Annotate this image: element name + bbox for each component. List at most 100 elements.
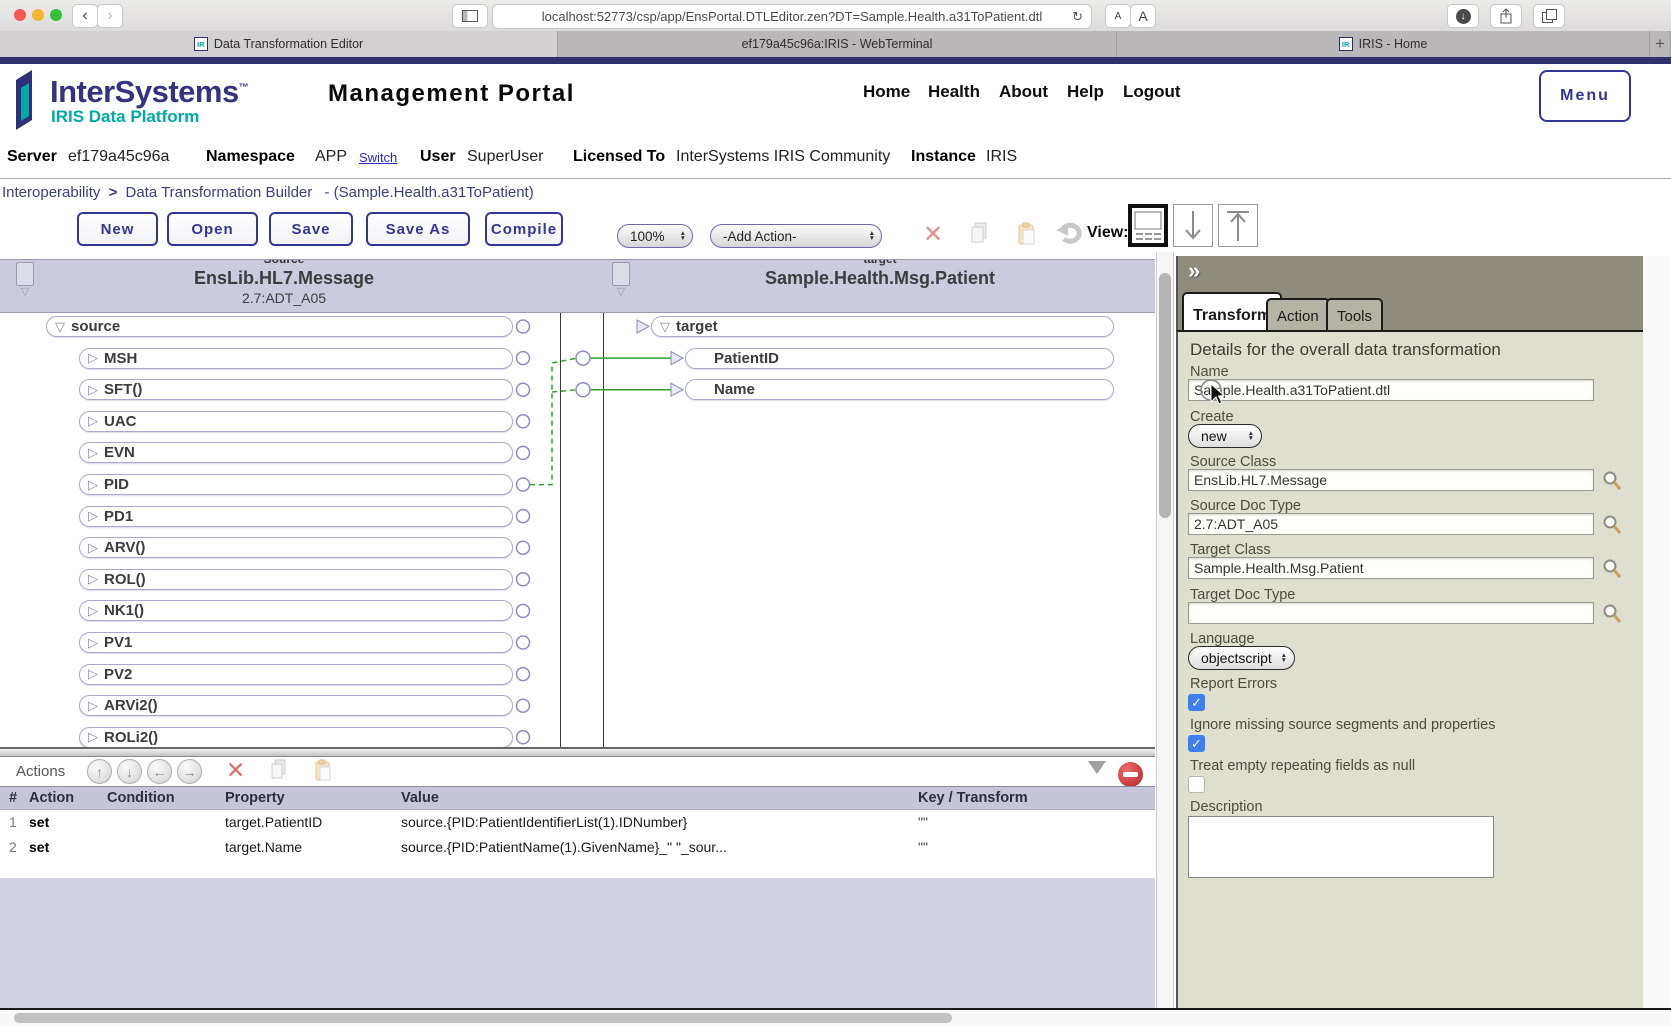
expand-triangle-icon[interactable]: ▷ bbox=[88, 382, 98, 398]
ignore-missing-checkbox[interactable]: ✓ bbox=[1188, 735, 1205, 752]
tab-overview-button[interactable] bbox=[1533, 4, 1565, 28]
source-port-circle[interactable] bbox=[515, 508, 531, 524]
source-port-circle[interactable] bbox=[515, 540, 531, 555]
nav-about[interactable]: About bbox=[999, 82, 1048, 102]
browser-forward-button[interactable]: › bbox=[97, 4, 123, 28]
breadcrumb-root[interactable]: Interoperability bbox=[2, 184, 100, 201]
target-class-field[interactable] bbox=[1188, 557, 1594, 579]
col-key-transform[interactable]: Key / Transform bbox=[918, 790, 1028, 806]
move-right-button[interactable]: → bbox=[177, 759, 202, 784]
report-errors-checkbox[interactable]: ✓ bbox=[1188, 694, 1205, 711]
paste-row-button[interactable] bbox=[314, 759, 333, 787]
source-class-search-icon[interactable] bbox=[1602, 470, 1622, 492]
reload-icon[interactable]: ↻ bbox=[1072, 9, 1083, 25]
tab-action[interactable]: Action bbox=[1266, 298, 1330, 330]
col-action[interactable]: Action bbox=[29, 790, 74, 806]
close-window-button[interactable] bbox=[14, 9, 26, 21]
nav-logout[interactable]: Logout bbox=[1123, 82, 1181, 102]
junction-circle[interactable] bbox=[575, 381, 591, 398]
expand-triangle-icon[interactable]: ▷ bbox=[88, 477, 98, 493]
tree-node-pv1[interactable]: ▷ PV1 bbox=[79, 632, 513, 653]
source-port-circle[interactable] bbox=[515, 635, 531, 650]
source-port-circle[interactable] bbox=[515, 666, 531, 682]
copy-row-button[interactable] bbox=[270, 759, 289, 787]
view-split-button[interactable] bbox=[1128, 204, 1168, 247]
target-class-search-icon[interactable] bbox=[1602, 558, 1622, 580]
source-port-circle[interactable] bbox=[515, 477, 531, 492]
expand-triangle-icon[interactable]: ▷ bbox=[88, 571, 98, 587]
source-port-circle[interactable] bbox=[515, 414, 531, 429]
nav-home[interactable]: Home bbox=[863, 82, 910, 102]
source-port-circle[interactable] bbox=[515, 319, 531, 334]
tree-node-name[interactable]: Name bbox=[685, 379, 1114, 401]
source-class-field[interactable] bbox=[1188, 469, 1594, 491]
source-port-circle[interactable] bbox=[515, 350, 531, 366]
source-port-circle[interactable] bbox=[515, 445, 531, 461]
minimize-window-button[interactable] bbox=[32, 9, 44, 21]
source-port-circle[interactable] bbox=[515, 698, 531, 713]
nav-health[interactable]: Health bbox=[928, 82, 980, 102]
target-doc-field[interactable] bbox=[1188, 602, 1594, 624]
decrease-font-button[interactable]: A bbox=[1105, 4, 1131, 28]
compile-button[interactable]: Compile bbox=[485, 212, 563, 246]
tree-node-sft[interactable]: ▷ SFT() bbox=[79, 379, 513, 401]
expand-triangle-icon[interactable]: ▷ bbox=[88, 508, 98, 524]
tree-node-evn[interactable]: ▷ EVN bbox=[79, 442, 513, 464]
language-select[interactable]: objectscript ▲ ▼ bbox=[1188, 646, 1295, 670]
expand-triangle-icon[interactable]: ▷ bbox=[88, 445, 98, 461]
source-doc-field[interactable] bbox=[1188, 513, 1594, 535]
horizontal-scrollbar-thumb[interactable] bbox=[14, 1013, 952, 1023]
expand-triangle-icon[interactable]: ▷ bbox=[88, 666, 98, 682]
col-value[interactable]: Value bbox=[401, 790, 439, 806]
url-field[interactable]: localhost:52773/csp/app/EnsPortal.DTLEdi… bbox=[492, 4, 1092, 29]
source-doc-search-icon[interactable] bbox=[1602, 514, 1622, 536]
open-button[interactable]: Open bbox=[167, 212, 258, 246]
col-condition[interactable]: Condition bbox=[107, 790, 175, 806]
tree-node-uac[interactable]: ▷ UAC bbox=[79, 410, 513, 432]
filter-icon[interactable] bbox=[1088, 761, 1106, 774]
table-row[interactable]: 1 set target.PatientID source.{PID:PatientI… bbox=[0, 810, 1155, 835]
move-left-button[interactable]: ← bbox=[147, 759, 172, 784]
switch-namespace-link[interactable]: Switch bbox=[359, 150, 397, 165]
tree-node-rol[interactable]: ▷ ROL() bbox=[79, 568, 513, 590]
junction-circle[interactable] bbox=[575, 350, 591, 366]
save-as-button[interactable]: Save As bbox=[366, 212, 470, 246]
description-textarea[interactable] bbox=[1188, 816, 1494, 878]
expand-triangle-icon[interactable]: ▷ bbox=[88, 635, 98, 651]
downloads-button[interactable]: ↓ bbox=[1447, 4, 1479, 28]
browser-back-button[interactable]: ‹ bbox=[72, 4, 98, 28]
tree-node-pv2[interactable]: ▷ PV2 bbox=[79, 663, 513, 685]
view-table-button[interactable] bbox=[1218, 204, 1258, 247]
tab-tools[interactable]: Tools bbox=[1326, 298, 1384, 330]
view-diagram-button[interactable] bbox=[1173, 204, 1213, 247]
collapse-panel-chevron[interactable]: » bbox=[1188, 258, 1200, 284]
breadcrumb-page[interactable]: Data Transformation Builder bbox=[126, 184, 313, 201]
copy-button[interactable] bbox=[970, 222, 990, 251]
col-property[interactable]: Property bbox=[225, 790, 285, 806]
nav-help[interactable]: Help bbox=[1067, 82, 1104, 102]
expand-triangle-icon[interactable]: ▷ bbox=[88, 350, 98, 366]
source-port-circle[interactable] bbox=[515, 730, 531, 745]
tree-node-pd1[interactable]: ▷ PD1 bbox=[79, 505, 513, 527]
panel-splitter[interactable] bbox=[0, 747, 1155, 757]
tree-node-roli2[interactable]: ▷ ROLi2() bbox=[79, 726, 513, 747]
browser-tab-dtl-editor[interactable]: IR Data Transformation Editor bbox=[0, 31, 558, 57]
move-up-button[interactable]: ↑ bbox=[87, 759, 112, 784]
tree-node-msh[interactable]: ▷ MSH bbox=[79, 347, 513, 369]
expand-triangle-icon[interactable]: ▷ bbox=[88, 729, 98, 745]
expand-triangle-icon[interactable]: ▷ bbox=[88, 603, 98, 619]
scrollbar-thumb[interactable] bbox=[1159, 273, 1171, 518]
source-port-circle[interactable] bbox=[515, 572, 531, 587]
source-port-circle[interactable] bbox=[515, 603, 531, 619]
increase-font-button[interactable]: A bbox=[1130, 4, 1156, 28]
tree-node-target-root[interactable]: ▽ target bbox=[651, 316, 1114, 337]
target-doc-search-icon[interactable] bbox=[1602, 603, 1622, 625]
collapse-triangle-icon[interactable]: ▽ bbox=[55, 319, 65, 335]
treat-empty-checkbox[interactable] bbox=[1188, 776, 1205, 793]
add-action-select[interactable]: -Add Action- ▲ ▼ bbox=[710, 224, 882, 248]
move-down-button[interactable]: ↓ bbox=[117, 759, 142, 784]
browser-tab-iris-home[interactable]: IR IRIS - Home bbox=[1117, 31, 1650, 57]
sidebar-toggle-button[interactable] bbox=[452, 4, 488, 28]
name-field[interactable] bbox=[1188, 379, 1594, 401]
tree-node-arvi2[interactable]: ▷ ARVi2() bbox=[79, 695, 513, 717]
